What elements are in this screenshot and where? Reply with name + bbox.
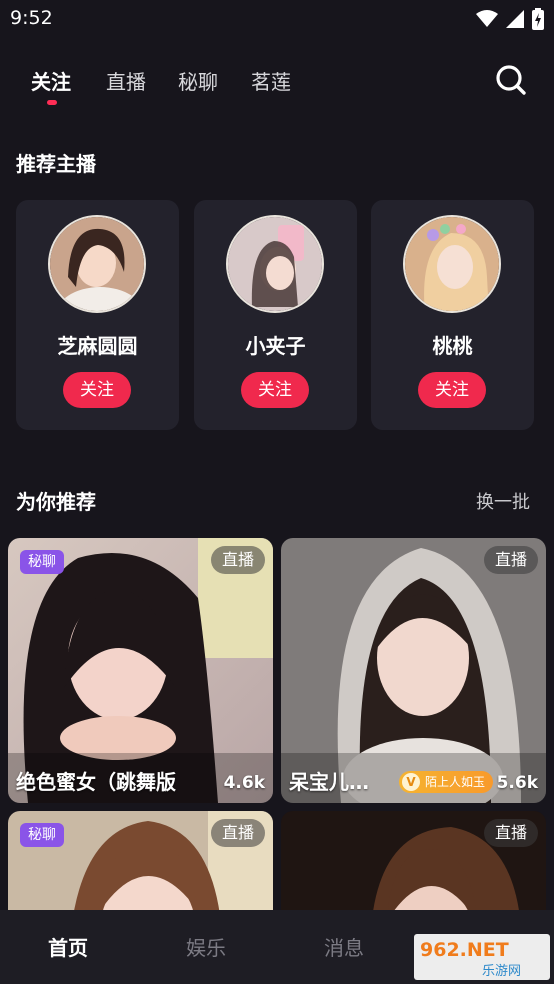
search-icon[interactable] (495, 64, 527, 96)
live-tag: 直播 (210, 819, 265, 847)
tab-private-chat[interactable]: 秘聊 (178, 66, 218, 95)
nav-messages[interactable]: 消息 (324, 932, 364, 961)
watermark-line2: 乐游网 (482, 964, 521, 979)
live-tag: 直播 (483, 546, 538, 574)
viewer-count: 4.6k (223, 773, 265, 793)
room-title: 绝色蜜女（跳舞版 (16, 770, 176, 794)
status-bar: 9:52 (0, 0, 554, 40)
avatar[interactable] (48, 215, 146, 313)
live-tag: 直播 (210, 546, 265, 574)
nav-home[interactable]: 首页 (48, 932, 88, 961)
avatar[interactable] (403, 215, 501, 313)
top-tab-bar: 关注 直播 秘聊 茗莲 (0, 60, 554, 110)
active-tab-indicator (47, 100, 57, 105)
section-title-for-you: 为你推荐 (16, 490, 96, 514)
level-badge: V 陌上人如玉 (399, 771, 494, 793)
anchor-card[interactable]: 桃桃 关注 (371, 200, 534, 430)
battery-icon (532, 8, 544, 30)
anchor-card[interactable]: 芝麻圆圆 关注 (16, 200, 179, 430)
refresh-button[interactable]: 换一批 (476, 488, 530, 514)
anchor-name: 芝麻圆圆 (57, 334, 138, 358)
cover-image (281, 538, 546, 803)
anchor-name: 桃桃 (432, 334, 473, 358)
cover-image (8, 538, 273, 803)
follow-button[interactable]: 关注 (63, 372, 131, 408)
private-chat-tag: 秘聊 (20, 823, 64, 847)
live-tag: 直播 (483, 819, 538, 847)
tab-follow[interactable]: 关注 (31, 66, 71, 95)
nav-entertainment[interactable]: 娱乐 (186, 932, 226, 961)
system-icons (476, 8, 544, 30)
live-room-card[interactable]: 直播 呆宝儿… V 陌上人如玉 5.6k (281, 538, 546, 803)
signal-icon (506, 10, 524, 28)
watermark-line1: 962.NET (420, 939, 509, 961)
wifi-icon (476, 10, 498, 27)
private-chat-tag: 秘聊 (20, 550, 64, 574)
anchor-name: 小夹子 (245, 334, 306, 358)
follow-button[interactable]: 关注 (418, 372, 486, 408)
follow-button[interactable]: 关注 (241, 372, 309, 408)
vip-icon: V (402, 773, 420, 791)
viewer-count: 5.6k (496, 773, 538, 793)
tab-minglian[interactable]: 茗莲 (251, 66, 291, 95)
badge-text: 陌上人如玉 (425, 775, 486, 789)
section-title-recommended-anchors: 推荐主播 (16, 152, 96, 176)
watermark-logo: 962.NET 乐游网 (414, 934, 550, 980)
anchor-card[interactable]: 小夹子 关注 (194, 200, 357, 430)
live-room-card[interactable]: 秘聊 直播 绝色蜜女（跳舞版 4.6k (8, 538, 273, 803)
room-title: 呆宝儿… (289, 770, 369, 794)
avatar[interactable] (226, 215, 324, 313)
status-time: 9:52 (10, 7, 53, 29)
tab-live[interactable]: 直播 (106, 66, 146, 95)
